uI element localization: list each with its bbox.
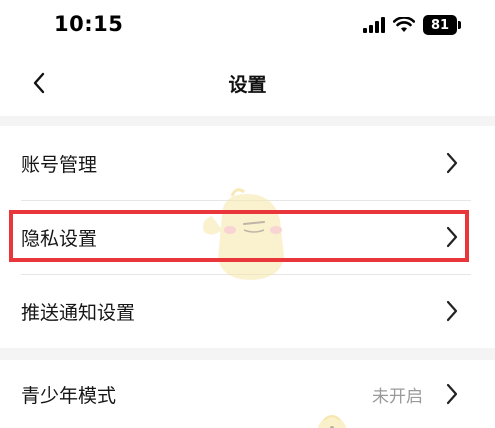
mascot-partial-icon xyxy=(317,415,347,428)
status-time: 10:15 xyxy=(54,12,124,36)
chevron-right-icon xyxy=(446,152,458,174)
status-icons: 81 xyxy=(363,14,461,36)
nav-bar: 设置 xyxy=(0,50,495,116)
status-bar: 10:15 81 xyxy=(0,0,495,50)
chevron-right-icon xyxy=(446,383,458,405)
wifi-icon xyxy=(393,17,415,32)
page-title: 设置 xyxy=(228,74,267,96)
mascot-watermark-icon xyxy=(203,188,284,280)
chevron-right-icon xyxy=(446,226,458,248)
row-label: 青少年模式 xyxy=(21,384,117,407)
row-value: 未开启 xyxy=(372,386,423,407)
signal-icon xyxy=(363,17,385,33)
settings-row-youth-mode[interactable]: 青少年模式 未开启 xyxy=(0,360,495,428)
settings-group-youth: 青少年模式 未开启 xyxy=(0,360,495,428)
chevron-right-icon xyxy=(446,300,458,322)
row-label: 推送通知设置 xyxy=(21,301,136,324)
row-label: 账号管理 xyxy=(21,153,98,176)
row-label: 隐私设置 xyxy=(21,227,98,250)
settings-screen: 10:15 81 设置 账号管理 隐私设置 推送通知设置 青少年模式 未开启 xyxy=(0,0,495,428)
battery-icon: 81 xyxy=(423,15,461,35)
